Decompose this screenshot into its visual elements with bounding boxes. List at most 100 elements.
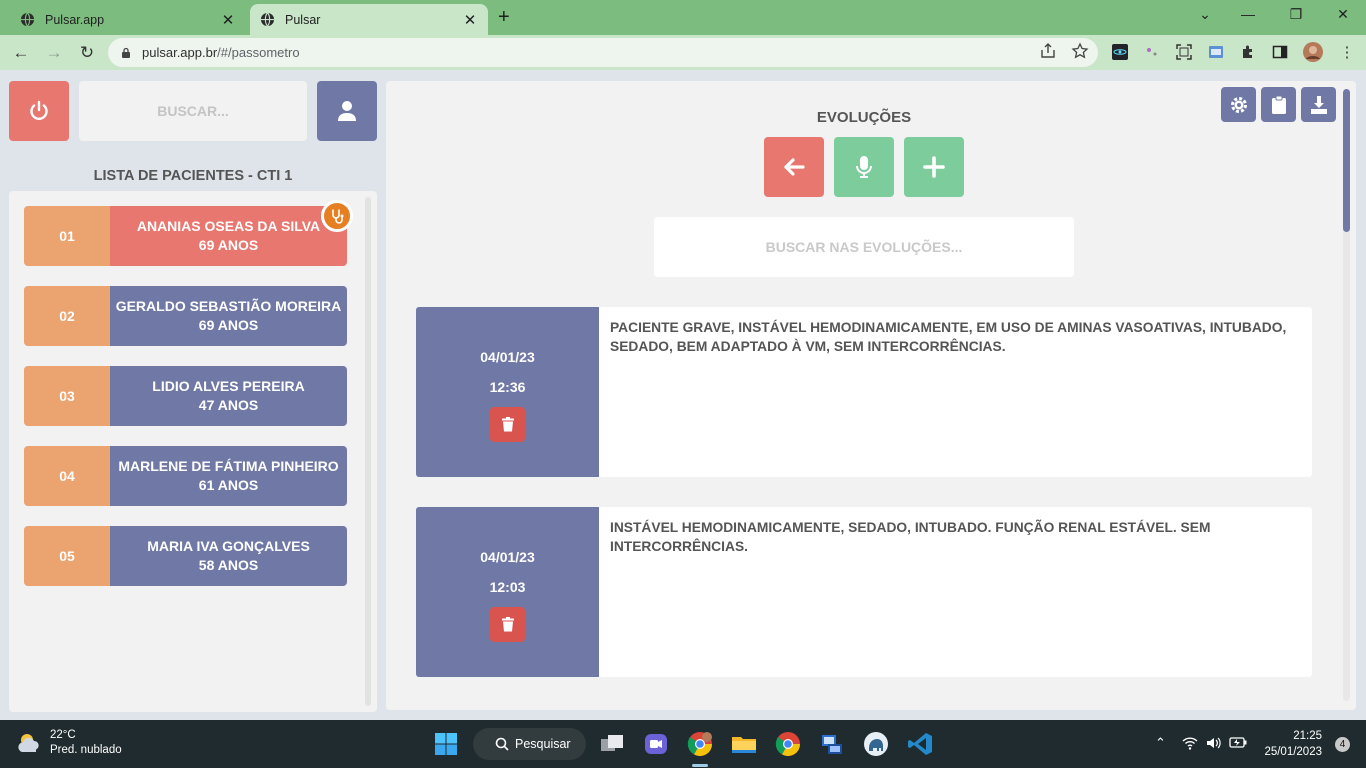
- scrollbar-thumb[interactable]: [1343, 89, 1350, 232]
- patient-name: LIDIO ALVES PEREIRA: [152, 378, 305, 394]
- active-app-indicator: [692, 764, 708, 767]
- weather-description: Pred. nublado: [50, 744, 122, 756]
- extensions-puzzle-icon[interactable]: [1240, 44, 1256, 60]
- evolutions-title: EVOLUÇÕES: [816, 109, 912, 126]
- forward-arrow-icon[interactable]: →: [43, 42, 65, 64]
- clock-time: 21:25: [1293, 730, 1322, 742]
- patient-number: 04: [24, 446, 110, 506]
- url-text: pulsar.app.br/#/passometro: [142, 45, 300, 60]
- patient-list-scrollbar[interactable]: [365, 197, 371, 706]
- patient-search-input[interactable]: [79, 81, 307, 141]
- power-icon: [30, 100, 48, 120]
- back-button[interactable]: [764, 137, 824, 197]
- logout-button[interactable]: [9, 81, 69, 141]
- evolution-date: 04/01/23: [480, 348, 535, 365]
- system-clock[interactable]: 21:25 25/01/2023: [1264, 728, 1322, 760]
- voice-record-button[interactable]: [834, 137, 894, 197]
- patient-name: MARIA IVA GONÇALVES: [147, 538, 310, 554]
- new-tab-button[interactable]: +: [498, 6, 510, 29]
- cloudy-weather-icon: [18, 734, 39, 752]
- media-extension-icon[interactable]: [1208, 44, 1224, 60]
- restore-button[interactable]: ❐: [1286, 6, 1306, 23]
- notification-badge[interactable]: 4: [1335, 737, 1350, 752]
- app-root: LISTA DE PACIENTES - CTI 1 01 ANANIAS OS…: [0, 70, 1366, 720]
- lock-icon: [122, 47, 130, 58]
- browser-tab-active[interactable]: Pulsar ✕: [250, 4, 488, 35]
- taskbar-search-label: Pesquisar: [515, 737, 571, 751]
- bookmark-star-icon[interactable]: [1071, 42, 1089, 60]
- taskbar-search[interactable]: Pesquisar: [473, 728, 586, 760]
- evolution-time: 12:03: [489, 578, 526, 595]
- evolutions-search-input[interactable]: [654, 217, 1074, 277]
- patient-number: 03: [24, 366, 110, 426]
- close-icon[interactable]: ✕: [462, 11, 478, 29]
- user-profile-button[interactable]: [317, 81, 377, 141]
- volume-icon[interactable]: [1206, 736, 1222, 750]
- vscode-icon[interactable]: [906, 730, 934, 758]
- user-icon: [338, 101, 356, 121]
- patient-card[interactable]: 04 MARLENE DE FÁTIMA PINHEIRO 61 ANOS: [24, 446, 347, 506]
- patient-number: 05: [24, 526, 110, 586]
- delete-evolution-button[interactable]: [490, 406, 525, 442]
- close-icon[interactable]: ✕: [220, 11, 236, 29]
- patient-card[interactable]: 02 GERALDO SEBASTIÃO MOREIRA 69 ANOS: [24, 286, 347, 346]
- evolution-card[interactable]: 04/01/23 12:36 PACIENTE GRAVE, INSTÁVEL …: [416, 307, 1312, 477]
- share-icon[interactable]: [1039, 42, 1057, 60]
- minimize-button[interactable]: —: [1238, 6, 1258, 22]
- wifi-icon[interactable]: [1182, 736, 1198, 750]
- evolution-card[interactable]: 04/01/23 12:03 INSTÁVEL HEMODINAMICAMENT…: [416, 507, 1312, 677]
- trash-icon: [501, 416, 514, 431]
- pgadmin-elephant-icon[interactable]: [862, 730, 890, 758]
- patient-list-title: LISTA DE PACIENTES - CTI 1: [93, 168, 293, 184]
- patient-card[interactable]: 03 LIDIO ALVES PEREIRA 47 ANOS: [24, 366, 347, 426]
- tab-search-chevron-icon[interactable]: ⌄: [1195, 6, 1215, 23]
- weather-temperature: 22°C: [50, 729, 76, 741]
- tab-title: Pulsar: [285, 12, 321, 27]
- chrome-profile-icon[interactable]: [686, 730, 714, 758]
- extension-dots-icon[interactable]: [1144, 44, 1160, 60]
- patient-card[interactable]: 05 MARIA IVA GONÇALVES 58 ANOS: [24, 526, 347, 586]
- profile-avatar-icon[interactable]: [1303, 42, 1323, 62]
- battery-charging-icon[interactable]: [1229, 736, 1247, 749]
- evolutions-scrollbar[interactable]: [1343, 89, 1350, 701]
- browser-tab[interactable]: Pulsar.app ✕: [10, 4, 246, 35]
- browser-menu-icon[interactable]: ⋮: [1336, 42, 1358, 64]
- patient-info: LIDIO ALVES PEREIRA 47 ANOS: [110, 366, 347, 426]
- screenshot-icon[interactable]: [1176, 44, 1192, 60]
- patient-number: 02: [24, 286, 110, 346]
- evolution-date: 04/01/23: [480, 548, 535, 565]
- patient-info: ANANIAS OSEAS DA SILVA 69 ANOS: [110, 206, 347, 266]
- evolution-text: PACIENTE GRAVE, INSTÁVEL HEMODINAMICAMEN…: [610, 320, 1287, 354]
- plus-icon: [923, 156, 945, 178]
- tray-overflow-chevron-icon[interactable]: ⌃: [1155, 735, 1166, 751]
- patient-age: 69 ANOS: [198, 317, 259, 333]
- url-host: pulsar.app.br: [142, 45, 218, 60]
- weather-widget[interactable]: 22°C Pred. nublado: [16, 728, 122, 758]
- task-view-icon[interactable]: [598, 730, 626, 758]
- chrome-icon[interactable]: [774, 730, 802, 758]
- window-close-button[interactable]: ✕: [1333, 6, 1353, 23]
- patient-info: MARLENE DE FÁTIMA PINHEIRO 61 ANOS: [110, 446, 347, 506]
- side-panel-icon[interactable]: [1272, 44, 1288, 60]
- tab-title: Pulsar.app: [45, 12, 105, 27]
- patient-card[interactable]: 01 ANANIAS OSEAS DA SILVA 69 ANOS: [24, 200, 353, 266]
- search-icon: [495, 737, 509, 751]
- delete-evolution-button[interactable]: [490, 606, 525, 642]
- file-explorer-icon[interactable]: [730, 730, 758, 758]
- globe-icon: [260, 12, 275, 27]
- add-evolution-button[interactable]: [904, 137, 964, 197]
- browser-tab-bar: Pulsar.app ✕ Pulsar ✕ + ⌄ — ❐ ✕: [0, 0, 1366, 35]
- windows-taskbar: 22°C Pred. nublado Pesquisar ⌃ 21:25 25/…: [0, 720, 1366, 768]
- react-devtools-icon[interactable]: [1112, 44, 1128, 60]
- stethoscope-badge[interactable]: [321, 200, 353, 232]
- reload-icon[interactable]: ↻: [76, 42, 98, 64]
- teams-chat-icon[interactable]: [642, 730, 670, 758]
- network-app-icon[interactable]: [818, 730, 846, 758]
- evolutions-panel: EVOLUÇÕES 04/01/23 12:36 PACIENTE GRAVE,…: [386, 81, 1356, 710]
- browser-toolbar: ← → ↻ pulsar.app.br/#/passometro ⋮: [0, 35, 1366, 70]
- windows-start-icon[interactable]: [434, 732, 458, 756]
- back-arrow-icon[interactable]: ←: [10, 42, 32, 64]
- stethoscope-icon: [332, 209, 344, 224]
- patient-age: 61 ANOS: [198, 477, 259, 493]
- address-bar[interactable]: pulsar.app.br/#/passometro: [108, 38, 1098, 67]
